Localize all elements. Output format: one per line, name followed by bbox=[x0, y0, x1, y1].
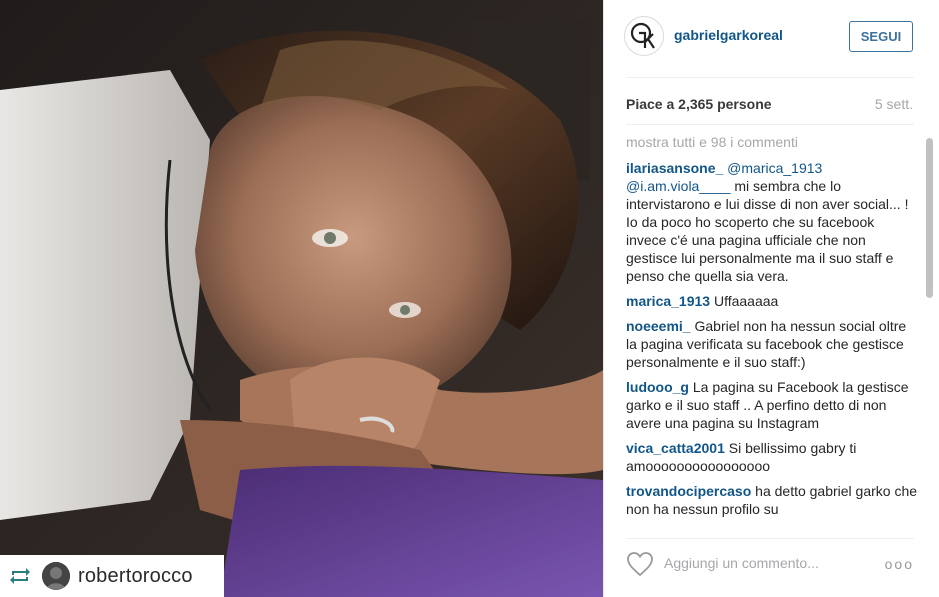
post-sidebar: gabrielgarkoreal SEGUI Piace a 2,365 per… bbox=[603, 0, 939, 597]
comment-username[interactable]: marica_1913 bbox=[626, 293, 710, 309]
comment-username[interactable]: trovandocipercaso bbox=[626, 483, 751, 499]
comments-scrollbar[interactable] bbox=[926, 136, 933, 528]
post-header: gabrielgarkoreal SEGUI bbox=[604, 0, 939, 74]
repost-icon bbox=[8, 564, 32, 588]
comment-username[interactable]: ludooo_g bbox=[626, 379, 689, 395]
post-time[interactable]: 5 sett. bbox=[875, 96, 913, 112]
comment-item: trovandocipercaso ha detto gabriel garko… bbox=[626, 482, 918, 518]
comment-username[interactable]: vica_catta2001 bbox=[626, 440, 725, 456]
more-options-icon[interactable]: ooo bbox=[885, 556, 914, 572]
repost-username[interactable]: robertorocco bbox=[78, 565, 193, 588]
follow-button[interactable]: SEGUI bbox=[849, 21, 913, 52]
comment-username[interactable]: noeeemi_ bbox=[626, 318, 691, 334]
scrollbar-thumb[interactable] bbox=[926, 138, 933, 298]
comments-list[interactable]: mostra tutti e 98 i commenti ilariasanso… bbox=[626, 134, 918, 530]
account-logo[interactable] bbox=[624, 16, 664, 56]
heart-icon[interactable] bbox=[626, 551, 654, 577]
post-photo-image bbox=[0, 0, 603, 597]
comment-item: vica_catta2001 Si bellissimo gabry ti am… bbox=[626, 439, 918, 475]
likes-count[interactable]: Piace a 2,365 persone bbox=[626, 96, 772, 112]
comment-text: Uffaaaaaa bbox=[710, 293, 779, 309]
repost-avatar bbox=[42, 562, 70, 590]
footer-divider bbox=[626, 538, 914, 539]
add-comment-input[interactable]: Aggiungi un commento... bbox=[664, 555, 819, 571]
comment-item: noeeemi_ Gabriel non ha nessun social ol… bbox=[626, 317, 918, 371]
comment-item: ilariasansone_ @marica_1913 @i.am.viola_… bbox=[626, 159, 918, 285]
repost-credit[interactable]: robertorocco bbox=[0, 555, 224, 597]
header-divider bbox=[626, 77, 914, 78]
stats-divider bbox=[626, 124, 914, 125]
post-footer: Aggiungi un commento... ooo bbox=[604, 540, 939, 597]
account-username[interactable]: gabrielgarkoreal bbox=[674, 27, 783, 43]
comment-item: marica_1913 Uffaaaaaa bbox=[626, 292, 918, 310]
post-photo[interactable]: robertorocco bbox=[0, 0, 603, 597]
view-all-comments-link[interactable]: mostra tutti e 98 i commenti bbox=[626, 134, 918, 150]
comment-username[interactable]: ilariasansone_ bbox=[626, 160, 723, 176]
comment-item: ludooo_g La pagina su Facebook la gestis… bbox=[626, 378, 918, 432]
